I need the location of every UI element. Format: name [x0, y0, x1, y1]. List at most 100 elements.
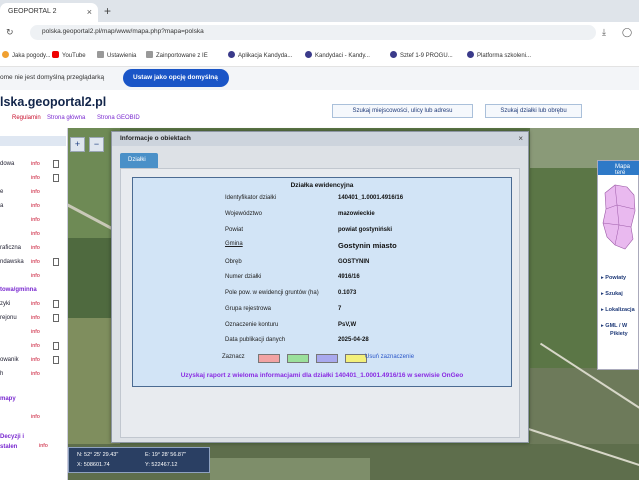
- highlight-yellow-swatch[interactable]: [345, 354, 367, 363]
- layer-info-link[interactable]: info: [31, 329, 40, 335]
- bookmark-item[interactable]: Zainportowane z IE: [146, 51, 208, 59]
- document-icon[interactable]: [53, 300, 59, 308]
- document-icon[interactable]: [53, 356, 59, 364]
- right-panel-item[interactable]: ▸ Lokalizacja: [601, 307, 635, 313]
- layer-row[interactable]: raficzna info: [0, 245, 66, 257]
- layer-row[interactable]: stalen: [0, 444, 66, 456]
- document-icon[interactable]: [53, 174, 59, 182]
- layer-info-link[interactable]: info: [31, 315, 40, 321]
- globe-icon: [390, 51, 397, 58]
- bookmark-item[interactable]: YouTube: [52, 51, 86, 59]
- document-icon[interactable]: [53, 258, 59, 266]
- layer-info-link[interactable]: info: [31, 343, 40, 349]
- zoom-in-button[interactable]: +: [70, 137, 85, 152]
- document-icon[interactable]: [53, 160, 59, 168]
- youtube-icon: [52, 51, 59, 58]
- nav-link-geobid[interactable]: Strona GEOBID: [97, 115, 140, 121]
- new-tab-button[interactable]: +: [104, 4, 111, 18]
- right-panel-item[interactable]: ▸ Szukaj: [601, 291, 623, 297]
- layer-row[interactable]: info: [0, 414, 66, 426]
- right-panel-item[interactable]: ▸ GML / W: [601, 323, 627, 329]
- folder-icon: [97, 51, 104, 58]
- layer-row[interactable]: info: [0, 217, 66, 229]
- highlight-red-swatch[interactable]: [258, 354, 280, 363]
- nav-link-home[interactable]: Strona główna: [47, 115, 85, 121]
- search-parcel-button[interactable]: Szukaj działki lub obrębu: [485, 104, 582, 118]
- folder-icon: [146, 51, 153, 58]
- layer-row[interactable]: ndawska info: [0, 258, 66, 271]
- bookmark-item[interactable]: Sztef 1-9 PROGU...: [390, 51, 453, 59]
- bookmark-item[interactable]: Ustawienia: [97, 51, 136, 59]
- right-panel-item[interactable]: Pikiety: [610, 331, 628, 337]
- highlight-label: Zaznacz: [222, 354, 245, 360]
- download-icon[interactable]: ⤓: [602, 27, 606, 38]
- layer-row[interactable]: info: [0, 273, 66, 285]
- right-panel-item[interactable]: ▸ Powiaty: [601, 275, 626, 281]
- info-row: Identyfikator działki 140401_1.0001.4916/…: [225, 195, 404, 201]
- layer-info-link[interactable]: info: [31, 357, 40, 363]
- browser-tab[interactable]: GEOPORTAL 2 ×: [0, 3, 98, 22]
- parcel-panel-title: Działka ewidencyjna: [290, 182, 354, 189]
- layer-group-heading[interactable]: mapy: [0, 396, 66, 408]
- highlight-blue-swatch[interactable]: [316, 354, 338, 363]
- tab-dzialki[interactable]: Działki: [120, 153, 158, 168]
- info-row: Grupa rejestrowa 7: [225, 306, 342, 312]
- layer-group-heading[interactable]: towa/gminna: [0, 287, 66, 299]
- layer-info-link[interactable]: info: [31, 175, 40, 181]
- layer-info-link[interactable]: info: [31, 189, 40, 195]
- layer-info-link[interactable]: info: [31, 301, 40, 307]
- layer-row[interactable]: e info: [0, 189, 66, 201]
- dialog-title[interactable]: Informacje o obiektach: [112, 132, 528, 146]
- highlight-green-swatch[interactable]: [287, 354, 309, 363]
- poland-minimap[interactable]: [601, 179, 637, 257]
- layer-info-link[interactable]: info: [31, 273, 40, 279]
- info-row: Pole pow. w ewidencji gruntów (ha) 0.1073: [225, 290, 357, 296]
- layer-row[interactable]: dowa info: [0, 160, 66, 173]
- document-icon[interactable]: [53, 342, 59, 350]
- layer-row[interactable]: info: [0, 231, 66, 243]
- layer-row[interactable]: info: [0, 174, 66, 187]
- url-field[interactable]: polska.geoportal2.pl/map/www/mapa.php?ma…: [30, 25, 596, 40]
- layer-info-link[interactable]: info: [31, 245, 40, 251]
- layer-row[interactable]: info: [0, 329, 66, 341]
- site-logo[interactable]: lska.geoportal2.pl: [0, 95, 106, 109]
- zoom-out-button[interactable]: −: [89, 137, 104, 152]
- layer-row[interactable]: rejonu info: [0, 314, 66, 327]
- address-bar-row: ↻ polska.geoportal2.pl/map/www/mapa.php?…: [0, 22, 639, 43]
- lat-value: N: 52° 25' 29.43": [77, 452, 119, 458]
- layer-info-link[interactable]: info: [31, 203, 40, 209]
- bookmark-item[interactable]: Platforma szkoleni...: [467, 51, 531, 59]
- layer-info-link[interactable]: info: [31, 259, 40, 265]
- bookmark-item[interactable]: Kandydaci - Kandy...: [305, 51, 370, 59]
- info-row: Oznaczenie konturu PsV,W: [225, 322, 357, 328]
- map-panel-header[interactable]: Mapa tere: [598, 161, 639, 176]
- browser-tab-bar: GEOPORTAL 2 × +: [0, 0, 639, 22]
- layer-row[interactable]: info: [0, 342, 66, 355]
- layer-info-link[interactable]: info: [31, 161, 40, 167]
- clear-highlight-link[interactable]: Usuń zaznaczenie: [365, 354, 414, 360]
- default-browser-notice: ome nie jest domyślną przeglądarką Ustaw…: [0, 67, 639, 90]
- reload-icon[interactable]: ↻: [6, 27, 14, 38]
- layer-row[interactable]: owanik info: [0, 356, 66, 369]
- layer-row[interactable]: zyki info: [0, 300, 66, 313]
- right-map-panel: Mapa tere ▸ Powiaty ▸ Szukaj ▸ Lokalizac…: [597, 160, 639, 370]
- layer-row[interactable]: h info: [0, 371, 66, 383]
- set-default-button[interactable]: Ustaw jako opcję domyślną: [123, 69, 229, 87]
- layers-panel: dowa info info e info a info info info rafi…: [0, 128, 68, 480]
- bookmark-item[interactable]: Aplikacja Kandyda...: [228, 51, 292, 59]
- layer-info-link[interactable]: info: [31, 371, 40, 377]
- close-icon[interactable]: ×: [518, 134, 523, 143]
- search-address-button[interactable]: Szukaj miejscowości, ulicy lub adresu: [332, 104, 473, 118]
- ongeo-report-link[interactable]: Uzyskaj raport z wieloma informacjami dl…: [133, 372, 511, 379]
- layer-info-link[interactable]: info: [31, 414, 40, 420]
- document-icon[interactable]: [53, 314, 59, 322]
- bookmark-item[interactable]: Jaka pogody...: [2, 51, 51, 59]
- nav-link-regulamin[interactable]: Regulamin: [12, 115, 41, 121]
- layer-info-link[interactable]: info: [31, 231, 40, 237]
- x-value: X: 508601.74: [77, 462, 110, 468]
- profile-icon[interactable]: ◯: [622, 27, 632, 38]
- info-row: Powiat powiat gostyniński: [225, 227, 393, 233]
- layer-info-link[interactable]: info: [31, 217, 40, 223]
- close-tab-icon[interactable]: ×: [87, 7, 92, 17]
- layer-row[interactable]: a info: [0, 203, 66, 215]
